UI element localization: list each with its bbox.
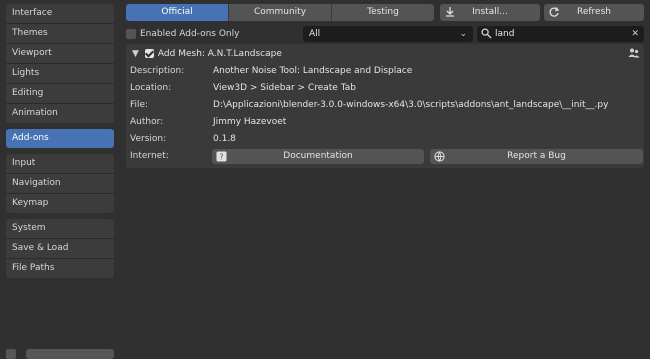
url-icon [434, 151, 445, 162]
search-icon [481, 28, 492, 39]
author-value: Jimmy Hazevoet [213, 117, 287, 127]
sidebar-item-addons[interactable]: Add-ons [6, 129, 114, 148]
sidebar-item-lights[interactable]: Lights [6, 64, 114, 84]
install-label: Install... [472, 7, 508, 17]
sidebar-footer [6, 347, 114, 359]
sidebar-group-general: Interface Themes Viewport Lights Editing… [6, 4, 114, 123]
description-label: Description: [130, 66, 185, 76]
tab-testing[interactable]: Testing [332, 4, 434, 21]
addon-support-tabs: Official Community Testing [126, 4, 434, 21]
enabled-only-label: Enabled Add-ons Only [140, 29, 240, 39]
version-value: 0.1.8 [213, 134, 236, 144]
file-label: File: [130, 100, 149, 110]
addon-enabled-checkbox[interactable] [144, 49, 154, 58]
install-button[interactable]: Install... [440, 4, 540, 21]
report-bug-label: Report a Bug [507, 151, 566, 161]
expand-triangle-icon[interactable]: ▼ [132, 46, 139, 62]
sidebar-item-navigation[interactable]: Navigation [6, 174, 114, 194]
sidebar-item-input[interactable]: Input [6, 154, 114, 174]
internet-label: Internet: [130, 151, 169, 161]
help-icon: ? [216, 151, 227, 162]
file-value: D:\Applicazioni\blender-3.0.0-windows-x6… [213, 100, 609, 110]
chevron-down-icon: ⌄ [459, 29, 467, 39]
sidebar-group-input: Input Navigation Keymap [6, 154, 114, 213]
menu-icon[interactable] [6, 349, 16, 359]
sidebar-group-addons: Add-ons [6, 129, 114, 148]
tab-official[interactable]: Official [126, 4, 229, 21]
user-icon [628, 48, 640, 58]
description-value: Another Noise Tool: Landscape and Displa… [213, 66, 413, 76]
sidebar-group-system: System Save & Load File Paths [6, 219, 114, 278]
save-preferences-button[interactable] [26, 349, 114, 359]
sidebar-item-keymap[interactable]: Keymap [6, 194, 114, 213]
sidebar-item-animation[interactable]: Animation [6, 104, 114, 123]
preferences-sidebar: Interface Themes Viewport Lights Editing… [6, 4, 114, 284]
addon-title: Add Mesh: A.N.T.Landscape [157, 49, 282, 59]
refresh-button[interactable]: Refresh [544, 4, 644, 21]
tab-community[interactable]: Community [229, 4, 332, 21]
category-dropdown[interactable]: All ⌄ [303, 26, 473, 42]
enabled-only-checkbox[interactable] [126, 28, 136, 39]
sidebar-item-editing[interactable]: Editing [6, 84, 114, 104]
search-value: land [495, 29, 515, 39]
search-input[interactable]: land ✕ [477, 26, 644, 42]
sidebar-item-interface[interactable]: Interface [6, 4, 114, 24]
sidebar-item-file-paths[interactable]: File Paths [6, 259, 114, 278]
refresh-icon [549, 7, 560, 17]
sidebar-item-system[interactable]: System [6, 219, 114, 239]
addon-header[interactable]: ▼ Add Mesh: A.N.T.Landscape [132, 46, 282, 62]
sidebar-item-save-load[interactable]: Save & Load [6, 239, 114, 259]
addon-panel: ▼ Add Mesh: A.N.T.Landscape Description: … [126, 44, 644, 168]
report-bug-button[interactable]: Report a Bug [430, 149, 643, 164]
documentation-button[interactable]: ? Documentation [212, 149, 424, 164]
documentation-label: Documentation [283, 151, 353, 161]
svg-text:?: ? [219, 153, 223, 162]
location-value: View3D > Sidebar > Create Tab [213, 83, 356, 93]
enabled-only-toggle[interactable]: Enabled Add-ons Only [126, 26, 239, 42]
sidebar-item-themes[interactable]: Themes [6, 24, 114, 44]
refresh-label: Refresh [577, 7, 611, 17]
sidebar-item-viewport[interactable]: Viewport [6, 44, 114, 64]
download-icon [446, 7, 454, 17]
clear-search-icon[interactable]: ✕ [631, 26, 639, 42]
location-label: Location: [130, 83, 172, 93]
category-value: All [309, 29, 321, 39]
version-label: Version: [130, 134, 167, 144]
author-label: Author: [130, 117, 164, 127]
